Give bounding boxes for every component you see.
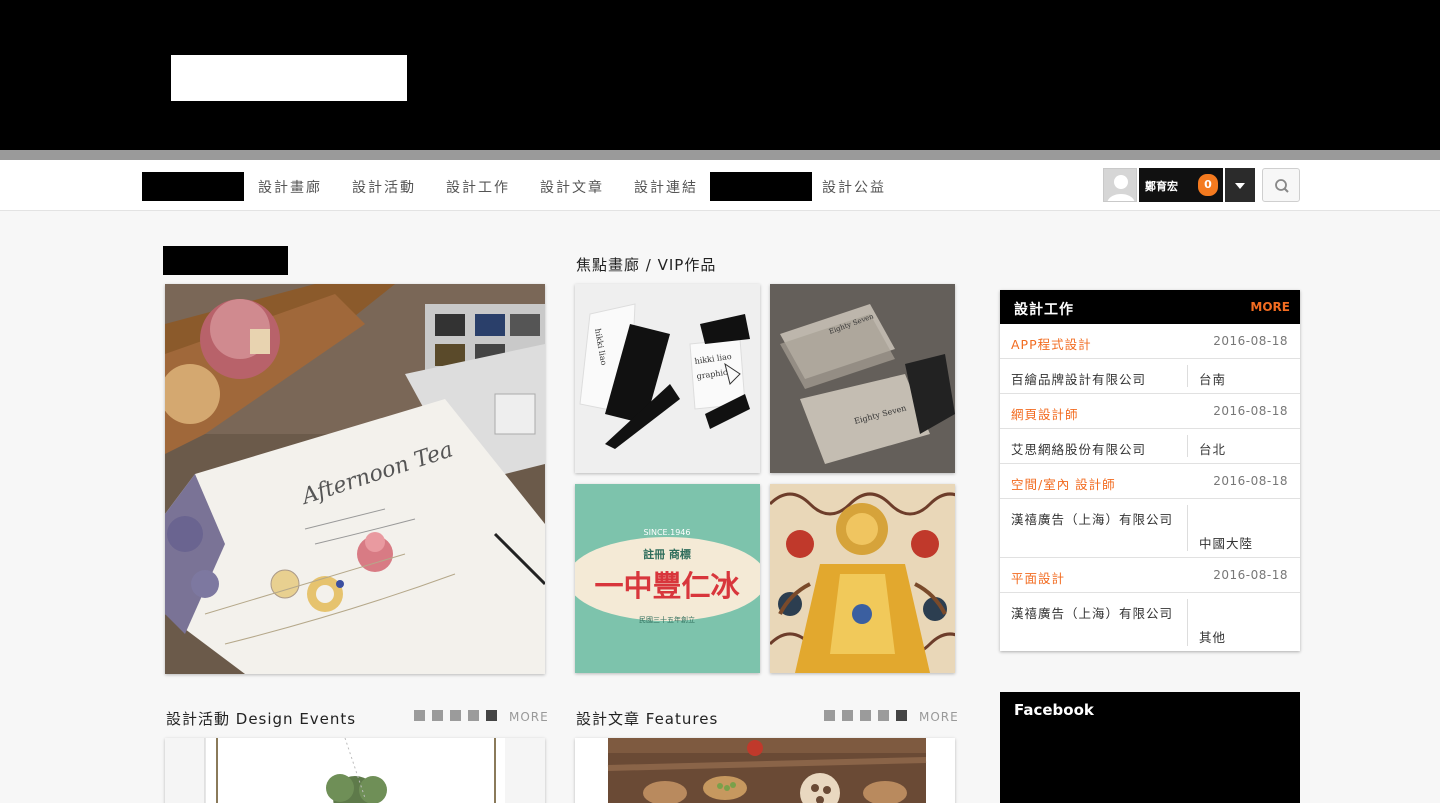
job-company[interactable]: 艾思網絡股份有限公司 bbox=[1011, 439, 1146, 458]
gallery-thumb-business-card-1[interactable]: hikki liao hikki liao graphic bbox=[575, 284, 760, 473]
facebook-widget: Facebook bbox=[1000, 692, 1300, 803]
job-location: 台北 bbox=[1199, 442, 1227, 457]
jobs-panel: 設計工作 MORE APP程式設計 2016-08-18 百繪品牌設計有限公司 … bbox=[1000, 290, 1300, 651]
nav-item-events[interactable]: 設計活動 bbox=[352, 177, 416, 197]
user-dropdown-button[interactable] bbox=[1225, 168, 1255, 202]
carousel-dot[interactable] bbox=[414, 710, 425, 721]
job-date: 2016-08-18 bbox=[1213, 334, 1288, 348]
job-title-link[interactable]: APP程式設計 bbox=[1011, 334, 1092, 353]
user-avatar-icon[interactable] bbox=[1103, 168, 1137, 202]
job-title-row: 網頁設計師 2016-08-18 bbox=[1000, 394, 1300, 429]
gallery-thumb-business-card-2[interactable]: Eighty Seven Eighty Seven bbox=[770, 284, 955, 473]
notification-badge[interactable]: 0 bbox=[1198, 174, 1218, 196]
job-title-row: 空間/室內 設計師 2016-08-18 bbox=[1000, 464, 1300, 499]
job-company-row: 漢禧廣告（上海）有限公司 其他 bbox=[1000, 593, 1300, 652]
carousel-dot[interactable] bbox=[860, 710, 871, 721]
job-title-link[interactable]: 網頁設計師 bbox=[1011, 404, 1079, 423]
featured-artwork-image[interactable]: Afternoon Tea bbox=[165, 284, 545, 674]
job-company-row: 漢禧廣告（上海）有限公司 中國大陸 bbox=[1000, 499, 1300, 558]
carousel-dot[interactable] bbox=[842, 710, 853, 721]
card-text-brand: 一中豐仁冰 bbox=[594, 569, 740, 603]
events-more-link[interactable]: MORE bbox=[509, 710, 549, 724]
carousel-dot[interactable] bbox=[468, 710, 479, 721]
nav-item-jobs[interactable]: 設計工作 bbox=[446, 177, 510, 197]
site-logo[interactable] bbox=[171, 55, 407, 101]
job-divider bbox=[1187, 505, 1188, 551]
job-date: 2016-08-18 bbox=[1213, 474, 1288, 488]
job-company[interactable]: 漢禧廣告（上海）有限公司 bbox=[1011, 509, 1173, 528]
search-icon bbox=[1275, 179, 1289, 193]
user-menu-button[interactable]: 鄭育宏 0 bbox=[1139, 168, 1223, 202]
events-image[interactable] bbox=[165, 738, 545, 803]
chevron-down-icon bbox=[1235, 183, 1245, 189]
carousel-dot[interactable] bbox=[824, 710, 835, 721]
job-title-link[interactable]: 空間/室內 設計師 bbox=[1011, 474, 1116, 493]
card-text-registered: 註冊 商標 bbox=[643, 547, 691, 561]
header-divider bbox=[0, 150, 1440, 160]
job-company[interactable]: 漢禧廣告（上海）有限公司 bbox=[1011, 603, 1173, 622]
job-date: 2016-08-18 bbox=[1213, 404, 1288, 418]
events-section-title: 設計活動 Design Events bbox=[166, 710, 357, 728]
carousel-dot[interactable] bbox=[432, 710, 443, 721]
job-divider bbox=[1187, 599, 1188, 646]
gallery-thumb-illustration[interactable] bbox=[770, 484, 955, 673]
gallery-thumb-ice-shop-logo[interactable]: SINCE.1946 註冊 商標 一中豐仁冰 民國三十五年創立 bbox=[575, 484, 760, 673]
features-carousel-dots bbox=[824, 710, 907, 721]
job-title-row: 平面設計 2016-08-18 bbox=[1000, 558, 1300, 593]
features-image[interactable] bbox=[575, 738, 955, 803]
features-more-link[interactable]: MORE bbox=[919, 710, 959, 724]
focus-gallery-title: 焦點畫廊 / VIP作品 bbox=[576, 256, 717, 274]
job-date: 2016-08-18 bbox=[1213, 568, 1288, 582]
search-button[interactable] bbox=[1262, 168, 1300, 202]
jobs-title: 設計工作 bbox=[1014, 302, 1074, 318]
job-location: 中國大陸 bbox=[1199, 536, 1254, 551]
events-carousel-dots bbox=[414, 710, 497, 721]
job-company[interactable]: 百繪品牌設計有限公司 bbox=[1011, 369, 1146, 388]
card-text-founded: 民國三十五年創立 bbox=[639, 615, 695, 624]
job-title-row: APP程式設計 2016-08-18 bbox=[1000, 324, 1300, 359]
job-title-link[interactable]: 平面設計 bbox=[1011, 568, 1065, 587]
facebook-title: Facebook bbox=[1014, 701, 1094, 719]
job-location: 其他 bbox=[1199, 630, 1227, 645]
job-company-row: 百繪品牌設計有限公司 台南 bbox=[1000, 359, 1300, 394]
site-header bbox=[0, 0, 1440, 150]
carousel-dot[interactable] bbox=[450, 710, 461, 721]
nav-item-redacted-2[interactable] bbox=[710, 172, 812, 201]
jobs-more-link[interactable]: MORE bbox=[1250, 300, 1290, 314]
job-divider bbox=[1187, 435, 1188, 457]
user-name: 鄭育宏 bbox=[1145, 180, 1178, 193]
carousel-dot-active[interactable] bbox=[486, 710, 497, 721]
job-divider bbox=[1187, 365, 1188, 387]
nav-item-gallery[interactable]: 設計畫廊 bbox=[258, 177, 322, 197]
job-company-row: 艾思網絡股份有限公司 台北 bbox=[1000, 429, 1300, 464]
job-location: 台南 bbox=[1199, 372, 1227, 387]
nav-item-redacted-1[interactable] bbox=[142, 172, 244, 201]
nav-item-links[interactable]: 設計連結 bbox=[634, 177, 698, 197]
main-nav: 設計畫廊 設計活動 設計工作 設計文章 設計連結 設計公益 鄭育宏 0 bbox=[0, 160, 1440, 211]
jobs-header: 設計工作 MORE bbox=[1000, 290, 1300, 324]
card-text-since: SINCE.1946 bbox=[644, 528, 691, 537]
features-section-title: 設計文章 Features bbox=[576, 710, 719, 728]
nav-item-features[interactable]: 設計文章 bbox=[540, 177, 604, 197]
featured-section-title-redacted bbox=[163, 246, 288, 275]
carousel-dot-active[interactable] bbox=[896, 710, 907, 721]
nav-item-charity[interactable]: 設計公益 bbox=[822, 177, 886, 197]
carousel-dot[interactable] bbox=[878, 710, 889, 721]
